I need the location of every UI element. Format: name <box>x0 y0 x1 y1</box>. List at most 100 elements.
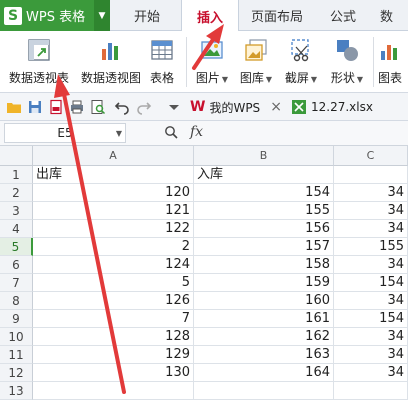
cell-a11[interactable]: 129 <box>33 346 194 364</box>
screenshot-button[interactable]: 截屏 ▼ <box>280 35 322 89</box>
cell-b4[interactable]: 156 <box>194 220 334 238</box>
cell-c8[interactable]: 34 <box>334 292 408 310</box>
table-row: 1 出库 入库 <box>0 166 408 184</box>
chevron-down-icon[interactable]: ▼ <box>116 129 122 138</box>
row-header[interactable]: 4 <box>0 220 33 238</box>
title-tab-bar: S WPS 表格 ▼ 开始 插入 页面布局 公式 数 <box>0 0 408 32</box>
save-icon[interactable] <box>27 99 43 115</box>
redo-icon[interactable] <box>136 99 152 115</box>
export-pdf-icon[interactable] <box>48 99 64 115</box>
cell-c10[interactable]: 34 <box>334 328 408 346</box>
cell-a9[interactable]: 7 <box>33 310 194 328</box>
pivot-table-label: 数据透视表 <box>8 71 69 85</box>
cell-b13[interactable] <box>194 382 334 400</box>
cell-b11[interactable]: 163 <box>194 346 334 364</box>
close-icon[interactable]: × <box>270 99 282 115</box>
cell-a5[interactable]: 2 <box>33 238 194 256</box>
cell-c7[interactable]: 154 <box>334 274 408 292</box>
pivot-table-button[interactable]: 数据透视表 <box>6 35 72 89</box>
chevron-down-icon[interactable]: ▼ <box>94 0 110 31</box>
name-box[interactable]: E5 ▼ <box>4 123 126 143</box>
table-row: 4 122 156 34 <box>0 220 408 238</box>
print-icon[interactable] <box>69 99 85 115</box>
cell-a4[interactable]: 122 <box>33 220 194 238</box>
tab-formula[interactable]: 公式 <box>318 0 368 31</box>
cell-a7[interactable]: 5 <box>33 274 194 292</box>
column-header-c[interactable]: C <box>334 146 408 166</box>
row-header[interactable]: 3 <box>0 202 33 220</box>
chart-button[interactable]: 图表 <box>378 35 408 89</box>
column-header-b[interactable]: B <box>194 146 334 166</box>
shape-button[interactable]: 形状 ▼ <box>326 35 368 89</box>
cell-b2[interactable]: 154 <box>194 184 334 202</box>
cell-b7[interactable]: 159 <box>194 274 334 292</box>
row-header[interactable]: 7 <box>0 274 33 292</box>
cell-b3[interactable]: 155 <box>194 202 334 220</box>
cell-c12[interactable]: 34 <box>334 364 408 382</box>
tab-data[interactable]: 数 <box>380 0 408 31</box>
function-icon[interactable]: fx <box>190 124 203 140</box>
doc-tab-file[interactable]: 12.27.xlsx <box>292 96 373 118</box>
undo-icon[interactable] <box>114 99 130 115</box>
doc-tab-mywps-label: 我的WPS <box>209 100 261 115</box>
cell-c3[interactable]: 34 <box>334 202 408 220</box>
select-all-corner[interactable] <box>0 146 33 166</box>
ribbon-divider <box>186 37 187 87</box>
ribbon-divider <box>373 37 374 87</box>
doc-tab-mywps[interactable]: W 我的WPS × <box>190 96 282 118</box>
cell-c9[interactable]: 154 <box>334 310 408 328</box>
zoom-icon[interactable] <box>164 125 178 143</box>
picture-button[interactable]: 图片 ▼ <box>192 35 232 89</box>
row-header[interactable]: 13 <box>0 382 33 400</box>
column-header-a[interactable]: A <box>33 146 194 166</box>
row-header[interactable]: 9 <box>0 310 33 328</box>
scissors-icon <box>288 37 314 63</box>
gallery-button[interactable]: 图库 ▼ <box>236 35 276 89</box>
table-button[interactable]: 表格 <box>146 35 178 89</box>
cell-a10[interactable]: 128 <box>33 328 194 346</box>
row-header[interactable]: 10 <box>0 328 33 346</box>
cell-reference: E5 <box>57 126 73 140</box>
table-row: 2 120 154 34 <box>0 184 408 202</box>
cell-c11[interactable]: 34 <box>334 346 408 364</box>
cell-a1[interactable]: 出库 <box>33 166 194 184</box>
cell-b10[interactable]: 162 <box>194 328 334 346</box>
tab-insert[interactable]: 插入 <box>181 0 239 32</box>
row-header[interactable]: 11 <box>0 346 33 364</box>
row-header[interactable]: 8 <box>0 292 33 310</box>
print-preview-icon[interactable] <box>90 99 106 115</box>
cell-a2[interactable]: 120 <box>33 184 194 202</box>
cell-c2[interactable]: 34 <box>334 184 408 202</box>
cell-b12[interactable]: 164 <box>194 364 334 382</box>
row-header[interactable]: 12 <box>0 364 33 382</box>
row-header[interactable]: 1 <box>0 166 33 184</box>
cell-b9[interactable]: 161 <box>194 310 334 328</box>
cell-c4[interactable]: 34 <box>334 220 408 238</box>
cell-c1[interactable] <box>334 166 408 184</box>
chart-icon <box>378 37 404 63</box>
row-header[interactable]: 6 <box>0 256 33 274</box>
pivot-chart-button[interactable]: 数据透视图 <box>78 35 144 89</box>
cell-c13[interactable] <box>334 382 408 400</box>
cell-b5[interactable]: 157 <box>194 238 334 256</box>
row-header[interactable]: 2 <box>0 184 33 202</box>
cell-c5[interactable]: 155 <box>334 238 408 256</box>
chevron-down-icon[interactable] <box>168 99 180 115</box>
folder-icon[interactable] <box>6 99 22 115</box>
app-menu-button[interactable]: S WPS 表格 ▼ <box>0 0 110 31</box>
row-header[interactable]: 5 <box>0 238 33 256</box>
cell-c6[interactable]: 34 <box>334 256 408 274</box>
cell-b6[interactable]: 158 <box>194 256 334 274</box>
tab-home[interactable]: 开始 <box>118 0 176 31</box>
wps-w-icon: W <box>190 99 206 115</box>
tab-page-layout[interactable]: 页面布局 <box>244 0 310 31</box>
pivot-chart-label: 数据透视图 <box>80 71 141 85</box>
cell-a6[interactable]: 124 <box>33 256 194 274</box>
cell-a3[interactable]: 121 <box>33 202 194 220</box>
cell-b1[interactable]: 入库 <box>194 166 334 184</box>
cell-a8[interactable]: 126 <box>33 292 194 310</box>
cell-a12[interactable]: 130 <box>33 364 194 382</box>
formula-bar: E5 ▼ fx <box>0 121 408 146</box>
cell-b8[interactable]: 160 <box>194 292 334 310</box>
cell-a13[interactable] <box>33 382 194 400</box>
